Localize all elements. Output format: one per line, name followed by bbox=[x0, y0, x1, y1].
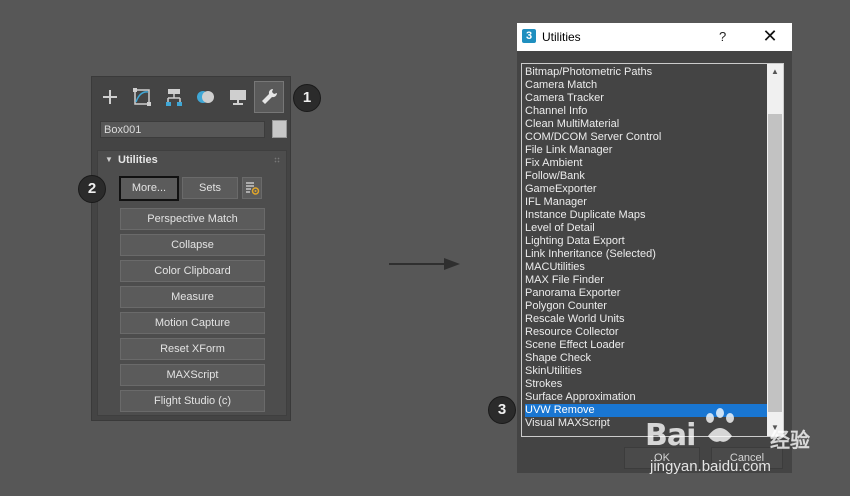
step-badge-1: 1 bbox=[293, 84, 321, 112]
vertical-scrollbar[interactable]: ▲ ▼ bbox=[767, 64, 783, 436]
configure-sets-icon[interactable] bbox=[242, 177, 262, 199]
list-item[interactable]: Level of Detail bbox=[525, 222, 767, 235]
list-item[interactable]: Polygon Counter bbox=[525, 300, 767, 313]
motion-tab-icon[interactable] bbox=[192, 83, 220, 111]
utilities-rollout: ▼ Utilities More... Sets Perspective Mat… bbox=[97, 150, 287, 416]
watermark-url: jingyan.baidu.com bbox=[650, 458, 771, 475]
utilities-tab-icon[interactable] bbox=[254, 81, 284, 113]
maxscript-button[interactable]: MAXScript bbox=[120, 364, 265, 386]
utilities-list[interactable]: Bitmap/Photometric Paths Camera Match Came… bbox=[521, 63, 784, 437]
step-badge-3: 3 bbox=[488, 396, 516, 424]
list-item[interactable]: Instance Duplicate Maps bbox=[525, 209, 767, 222]
more-button[interactable]: More... bbox=[119, 176, 179, 201]
flight-studio-button[interactable]: Flight Studio (c) bbox=[120, 390, 265, 412]
reset-xform-button[interactable]: Reset XForm bbox=[120, 338, 265, 360]
right-arrow-icon bbox=[389, 258, 460, 270]
list-item[interactable]: Surface Approximation bbox=[525, 391, 767, 404]
list-item[interactable]: Scene Effect Loader bbox=[525, 339, 767, 352]
drag-grip-icon[interactable] bbox=[274, 157, 280, 163]
list-item[interactable]: Camera Tracker bbox=[525, 92, 767, 105]
baidu-watermark-logo: Bai bbox=[645, 418, 696, 453]
list-item[interactable]: Strokes bbox=[525, 378, 767, 391]
list-item[interactable]: Channel Info bbox=[525, 105, 767, 118]
help-button[interactable]: ? bbox=[719, 29, 726, 44]
list-item[interactable]: Link Inheritance (Selected) bbox=[525, 248, 767, 261]
display-tab-icon[interactable] bbox=[224, 83, 252, 111]
create-tab-icon[interactable] bbox=[96, 83, 124, 111]
list-item[interactable]: Follow/Bank bbox=[525, 170, 767, 183]
list-item[interactable]: Camera Match bbox=[525, 79, 767, 92]
list-item[interactable]: MAX File Finder bbox=[525, 274, 767, 287]
measure-button[interactable]: Measure bbox=[120, 286, 265, 308]
list-item[interactable]: SkinUtilities bbox=[525, 365, 767, 378]
app-3dsmax-icon: 3 bbox=[522, 29, 536, 43]
close-icon[interactable]: ✕ bbox=[761, 25, 779, 47]
scroll-thumb[interactable] bbox=[768, 114, 782, 412]
list-item[interactable]: Bitmap/Photometric Paths bbox=[525, 66, 767, 79]
scroll-up-icon[interactable]: ▲ bbox=[767, 64, 783, 80]
list-item[interactable]: Fix Ambient bbox=[525, 157, 767, 170]
list-item[interactable]: Panorama Exporter bbox=[525, 287, 767, 300]
list-item[interactable]: GameExporter bbox=[525, 183, 767, 196]
color-clipboard-button[interactable]: Color Clipboard bbox=[120, 260, 265, 282]
step-badge-2: 2 bbox=[78, 175, 106, 203]
rollout-title[interactable]: Utilities bbox=[118, 154, 158, 166]
paw-logo-icon bbox=[706, 408, 734, 442]
list-item[interactable]: Rescale World Units bbox=[525, 313, 767, 326]
utilities-dialog: 3 Utilities ? ✕ Bitmap/Photometric Paths… bbox=[517, 23, 792, 473]
dialog-titlebar[interactable]: 3 Utilities ? ✕ bbox=[517, 23, 792, 51]
list-item[interactable]: IFL Manager bbox=[525, 196, 767, 209]
perspective-match-button[interactable]: Perspective Match bbox=[120, 208, 265, 230]
command-panel: Box001 ▼ Utilities More... Sets Perspect… bbox=[91, 76, 291, 421]
list-item[interactable]: File Link Manager bbox=[525, 144, 767, 157]
collapse-arrow-icon[interactable]: ▼ bbox=[105, 155, 113, 164]
dialog-title: Utilities bbox=[542, 30, 581, 44]
sets-button[interactable]: Sets bbox=[182, 177, 238, 199]
list-item[interactable]: COM/DCOM Server Control bbox=[525, 131, 767, 144]
object-color-swatch[interactable] bbox=[272, 120, 287, 138]
motion-capture-button[interactable]: Motion Capture bbox=[120, 312, 265, 334]
hierarchy-tab-icon[interactable] bbox=[160, 83, 188, 111]
collapse-button[interactable]: Collapse bbox=[120, 234, 265, 256]
modify-tab-icon[interactable] bbox=[128, 83, 156, 111]
list-item[interactable]: Clean MultiMaterial bbox=[525, 118, 767, 131]
list-item[interactable]: Resource Collector bbox=[525, 326, 767, 339]
list-item[interactable]: Lighting Data Export bbox=[525, 235, 767, 248]
list-item[interactable]: Shape Check bbox=[525, 352, 767, 365]
list-item[interactable]: MACUtilities bbox=[525, 261, 767, 274]
object-name-field[interactable]: Box001 bbox=[100, 121, 265, 138]
watermark-cn-text: 经验 bbox=[770, 430, 810, 452]
